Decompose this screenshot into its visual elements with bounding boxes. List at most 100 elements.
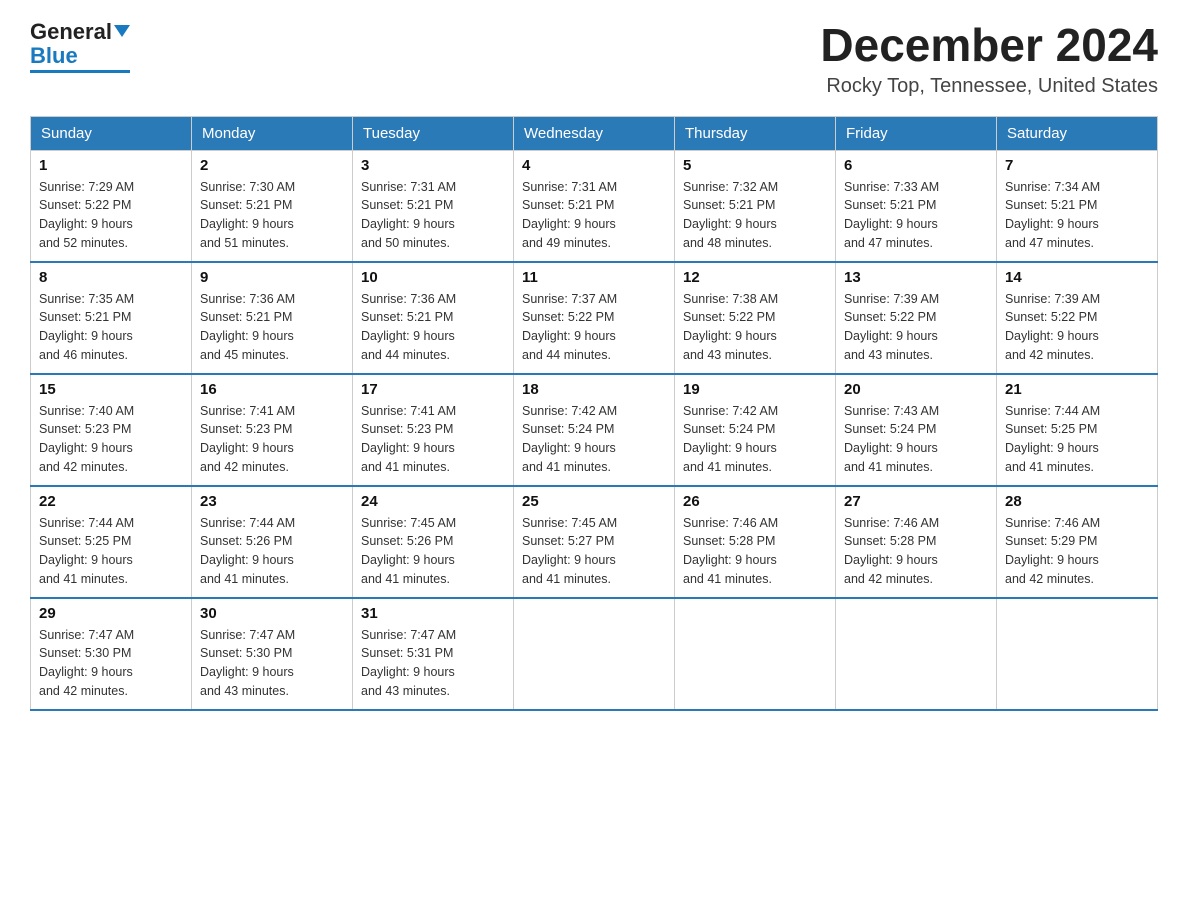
day-info: Sunrise: 7:34 AM Sunset: 5:21 PM Dayligh… xyxy=(1005,178,1149,253)
day-info: Sunrise: 7:30 AM Sunset: 5:21 PM Dayligh… xyxy=(200,178,344,253)
day-info: Sunrise: 7:39 AM Sunset: 5:22 PM Dayligh… xyxy=(1005,290,1149,365)
calendar-day-cell: 22 Sunrise: 7:44 AM Sunset: 5:25 PM Dayl… xyxy=(31,486,192,598)
day-number: 22 xyxy=(39,493,183,510)
day-number: 25 xyxy=(522,493,666,510)
day-number: 6 xyxy=(844,157,988,174)
day-info: Sunrise: 7:37 AM Sunset: 5:22 PM Dayligh… xyxy=(522,290,666,365)
day-info: Sunrise: 7:33 AM Sunset: 5:21 PM Dayligh… xyxy=(844,178,988,253)
day-number: 18 xyxy=(522,381,666,398)
day-number: 2 xyxy=(200,157,344,174)
calendar-day-cell: 11 Sunrise: 7:37 AM Sunset: 5:22 PM Dayl… xyxy=(514,262,675,374)
calendar-week-row: 29 Sunrise: 7:47 AM Sunset: 5:30 PM Dayl… xyxy=(31,598,1158,710)
calendar-day-cell: 15 Sunrise: 7:40 AM Sunset: 5:23 PM Dayl… xyxy=(31,374,192,486)
day-number: 31 xyxy=(361,605,505,622)
calendar-day-cell: 6 Sunrise: 7:33 AM Sunset: 5:21 PM Dayli… xyxy=(836,150,997,262)
calendar-day-cell: 5 Sunrise: 7:32 AM Sunset: 5:21 PM Dayli… xyxy=(675,150,836,262)
day-number: 8 xyxy=(39,269,183,286)
calendar-day-cell: 1 Sunrise: 7:29 AM Sunset: 5:22 PM Dayli… xyxy=(31,150,192,262)
calendar-day-cell: 30 Sunrise: 7:47 AM Sunset: 5:30 PM Dayl… xyxy=(192,598,353,710)
calendar-day-cell: 12 Sunrise: 7:38 AM Sunset: 5:22 PM Dayl… xyxy=(675,262,836,374)
day-info: Sunrise: 7:47 AM Sunset: 5:31 PM Dayligh… xyxy=(361,626,505,701)
calendar-day-cell: 26 Sunrise: 7:46 AM Sunset: 5:28 PM Dayl… xyxy=(675,486,836,598)
day-number: 21 xyxy=(1005,381,1149,398)
day-number: 15 xyxy=(39,381,183,398)
calendar-day-cell xyxy=(675,598,836,710)
calendar-day-cell: 27 Sunrise: 7:46 AM Sunset: 5:28 PM Dayl… xyxy=(836,486,997,598)
day-info: Sunrise: 7:35 AM Sunset: 5:21 PM Dayligh… xyxy=(39,290,183,365)
calendar-week-row: 22 Sunrise: 7:44 AM Sunset: 5:25 PM Dayl… xyxy=(31,486,1158,598)
calendar-day-cell: 7 Sunrise: 7:34 AM Sunset: 5:21 PM Dayli… xyxy=(997,150,1158,262)
day-number: 23 xyxy=(200,493,344,510)
calendar-week-row: 8 Sunrise: 7:35 AM Sunset: 5:21 PM Dayli… xyxy=(31,262,1158,374)
day-info: Sunrise: 7:46 AM Sunset: 5:29 PM Dayligh… xyxy=(1005,514,1149,589)
day-number: 10 xyxy=(361,269,505,286)
calendar-day-cell: 4 Sunrise: 7:31 AM Sunset: 5:21 PM Dayli… xyxy=(514,150,675,262)
day-info: Sunrise: 7:32 AM Sunset: 5:21 PM Dayligh… xyxy=(683,178,827,253)
title-section: December 2024 Rocky Top, Tennessee, Unit… xyxy=(820,20,1158,98)
day-number: 7 xyxy=(1005,157,1149,174)
calendar-day-cell: 2 Sunrise: 7:30 AM Sunset: 5:21 PM Dayli… xyxy=(192,150,353,262)
calendar-day-cell: 10 Sunrise: 7:36 AM Sunset: 5:21 PM Dayl… xyxy=(353,262,514,374)
day-info: Sunrise: 7:46 AM Sunset: 5:28 PM Dayligh… xyxy=(844,514,988,589)
day-info: Sunrise: 7:36 AM Sunset: 5:21 PM Dayligh… xyxy=(200,290,344,365)
calendar-header-row: Sunday Monday Tuesday Wednesday Thursday… xyxy=(31,116,1158,150)
day-info: Sunrise: 7:44 AM Sunset: 5:25 PM Dayligh… xyxy=(1005,402,1149,477)
day-info: Sunrise: 7:47 AM Sunset: 5:30 PM Dayligh… xyxy=(200,626,344,701)
day-number: 3 xyxy=(361,157,505,174)
day-info: Sunrise: 7:39 AM Sunset: 5:22 PM Dayligh… xyxy=(844,290,988,365)
location-subtitle: Rocky Top, Tennessee, United States xyxy=(820,75,1158,98)
col-saturday: Saturday xyxy=(997,116,1158,150)
day-info: Sunrise: 7:45 AM Sunset: 5:27 PM Dayligh… xyxy=(522,514,666,589)
calendar-day-cell: 8 Sunrise: 7:35 AM Sunset: 5:21 PM Dayli… xyxy=(31,262,192,374)
day-info: Sunrise: 7:31 AM Sunset: 5:21 PM Dayligh… xyxy=(361,178,505,253)
col-sunday: Sunday xyxy=(31,116,192,150)
logo-line xyxy=(30,70,130,73)
calendar-day-cell xyxy=(997,598,1158,710)
calendar-day-cell xyxy=(836,598,997,710)
day-number: 20 xyxy=(844,381,988,398)
day-number: 14 xyxy=(1005,269,1149,286)
day-number: 26 xyxy=(683,493,827,510)
day-info: Sunrise: 7:40 AM Sunset: 5:23 PM Dayligh… xyxy=(39,402,183,477)
day-number: 19 xyxy=(683,381,827,398)
calendar-day-cell: 28 Sunrise: 7:46 AM Sunset: 5:29 PM Dayl… xyxy=(997,486,1158,598)
day-info: Sunrise: 7:36 AM Sunset: 5:21 PM Dayligh… xyxy=(361,290,505,365)
day-number: 11 xyxy=(522,269,666,286)
calendar-day-cell: 25 Sunrise: 7:45 AM Sunset: 5:27 PM Dayl… xyxy=(514,486,675,598)
calendar-day-cell: 16 Sunrise: 7:41 AM Sunset: 5:23 PM Dayl… xyxy=(192,374,353,486)
day-info: Sunrise: 7:31 AM Sunset: 5:21 PM Dayligh… xyxy=(522,178,666,253)
day-info: Sunrise: 7:44 AM Sunset: 5:25 PM Dayligh… xyxy=(39,514,183,589)
page-header: GeneralBlue December 2024 Rocky Top, Ten… xyxy=(30,20,1158,98)
calendar-day-cell: 14 Sunrise: 7:39 AM Sunset: 5:22 PM Dayl… xyxy=(997,262,1158,374)
day-number: 13 xyxy=(844,269,988,286)
day-number: 9 xyxy=(200,269,344,286)
day-number: 24 xyxy=(361,493,505,510)
logo: GeneralBlue xyxy=(30,20,130,73)
logo-text: GeneralBlue xyxy=(30,20,130,68)
calendar-week-row: 1 Sunrise: 7:29 AM Sunset: 5:22 PM Dayli… xyxy=(31,150,1158,262)
calendar-day-cell: 19 Sunrise: 7:42 AM Sunset: 5:24 PM Dayl… xyxy=(675,374,836,486)
calendar-day-cell: 18 Sunrise: 7:42 AM Sunset: 5:24 PM Dayl… xyxy=(514,374,675,486)
col-monday: Monday xyxy=(192,116,353,150)
day-number: 1 xyxy=(39,157,183,174)
day-number: 29 xyxy=(39,605,183,622)
calendar-day-cell: 3 Sunrise: 7:31 AM Sunset: 5:21 PM Dayli… xyxy=(353,150,514,262)
calendar-day-cell: 31 Sunrise: 7:47 AM Sunset: 5:31 PM Dayl… xyxy=(353,598,514,710)
day-number: 27 xyxy=(844,493,988,510)
day-info: Sunrise: 7:41 AM Sunset: 5:23 PM Dayligh… xyxy=(361,402,505,477)
day-info: Sunrise: 7:44 AM Sunset: 5:26 PM Dayligh… xyxy=(200,514,344,589)
day-info: Sunrise: 7:46 AM Sunset: 5:28 PM Dayligh… xyxy=(683,514,827,589)
calendar-day-cell: 17 Sunrise: 7:41 AM Sunset: 5:23 PM Dayl… xyxy=(353,374,514,486)
calendar-day-cell: 23 Sunrise: 7:44 AM Sunset: 5:26 PM Dayl… xyxy=(192,486,353,598)
day-number: 5 xyxy=(683,157,827,174)
month-title: December 2024 xyxy=(820,20,1158,71)
day-info: Sunrise: 7:42 AM Sunset: 5:24 PM Dayligh… xyxy=(522,402,666,477)
calendar-day-cell: 9 Sunrise: 7:36 AM Sunset: 5:21 PM Dayli… xyxy=(192,262,353,374)
calendar-day-cell: 24 Sunrise: 7:45 AM Sunset: 5:26 PM Dayl… xyxy=(353,486,514,598)
calendar-table: Sunday Monday Tuesday Wednesday Thursday… xyxy=(30,116,1158,711)
day-info: Sunrise: 7:43 AM Sunset: 5:24 PM Dayligh… xyxy=(844,402,988,477)
day-number: 4 xyxy=(522,157,666,174)
day-number: 30 xyxy=(200,605,344,622)
calendar-week-row: 15 Sunrise: 7:40 AM Sunset: 5:23 PM Dayl… xyxy=(31,374,1158,486)
col-thursday: Thursday xyxy=(675,116,836,150)
